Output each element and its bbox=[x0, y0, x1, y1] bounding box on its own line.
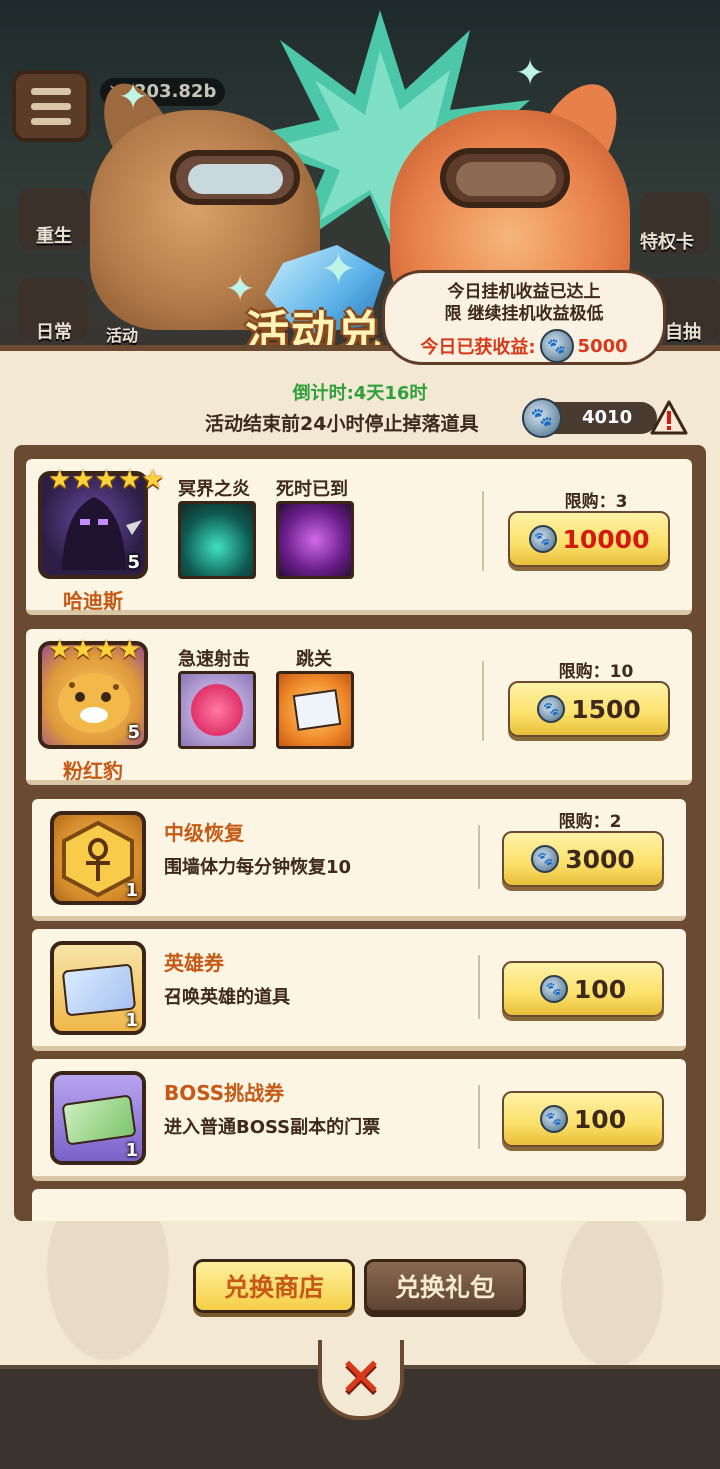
close-icon: ✕ bbox=[338, 1346, 384, 1409]
price-value: 10000 bbox=[562, 524, 650, 554]
sparkle-icon: ✦ bbox=[320, 244, 357, 295]
earned-label: 今日已获收益: bbox=[420, 337, 536, 358]
exchange-gift-tab[interactable]: 兑换礼包 bbox=[364, 1259, 526, 1313]
list-item: 1 英雄券 召唤英雄的道具 🐾 100 bbox=[32, 929, 686, 1051]
item-quantity: 1 bbox=[125, 1140, 138, 1161]
item-description: 围墙体力每分钟恢复10 bbox=[164, 857, 352, 878]
menu-button[interactable] bbox=[12, 70, 90, 142]
item-description: 召唤英雄的道具 bbox=[164, 987, 290, 1008]
list-item: 1 BOSS挑战券 进入普通BOSS副本的门票 🐾 100 bbox=[32, 1059, 686, 1181]
price-value: 100 bbox=[573, 974, 627, 1004]
daily-label: 日常 bbox=[36, 322, 72, 343]
rebirth-label: 重生 bbox=[36, 226, 72, 247]
list-item bbox=[32, 1189, 686, 1221]
item-quantity: 1 bbox=[125, 880, 138, 901]
balance-value: 4010 bbox=[582, 407, 633, 428]
menu-icon-line bbox=[31, 117, 71, 125]
item-description: 进入普通BOSS副本的门票 bbox=[164, 1117, 381, 1138]
paw-coin-icon: 🐾 bbox=[539, 975, 568, 1003]
hero-portrait-hades[interactable]: ★ ★ ★ ★ ★ 5 bbox=[38, 467, 165, 579]
skill-name: 急速射击 bbox=[178, 649, 250, 670]
notice-line2: 限 继续挂机收益极低 bbox=[444, 304, 604, 324]
buy-button[interactable]: 🐾 10000 bbox=[508, 511, 670, 567]
purchase-limit: 限购：10 bbox=[558, 662, 634, 682]
skill-name: 冥界之炎 bbox=[178, 479, 250, 500]
notice-earned: 今日已获收益: 🐾 5000 bbox=[385, 329, 663, 363]
buy-button[interactable]: 🐾 100 bbox=[502, 961, 664, 1017]
goggles-icon bbox=[440, 148, 570, 208]
purchase-limit: 限购：2 bbox=[558, 812, 622, 832]
rapid-fire-heart-icon[interactable] bbox=[178, 671, 256, 749]
underworld-flame-icon[interactable] bbox=[178, 501, 256, 579]
list-item: 1 中级恢复 围墙体力每分钟恢复10 限购：2 🐾 3000 bbox=[32, 799, 686, 921]
row-divider bbox=[478, 1085, 480, 1149]
activity-label: 活动 bbox=[106, 326, 139, 345]
goggles-icon bbox=[170, 150, 300, 205]
list-item: ★ ★ ★ ★ ★ 5 哈迪斯 冥界之炎 死时已到 限购：3 🐾 10000 bbox=[26, 459, 692, 615]
sparkle-icon: ✦ bbox=[515, 53, 546, 94]
row-divider bbox=[482, 661, 484, 741]
menu-icon-line bbox=[31, 102, 71, 110]
warning-icon[interactable] bbox=[650, 400, 688, 436]
notice-line1: 今日挂机收益已达上 bbox=[447, 282, 601, 302]
paw-coin-icon: 🐾 bbox=[531, 845, 560, 873]
death-hand-icon[interactable] bbox=[276, 501, 354, 579]
ticket-icon bbox=[61, 1094, 137, 1146]
row-divider bbox=[478, 825, 480, 889]
price-value: 1500 bbox=[571, 694, 641, 724]
exchange-list[interactable]: ★ ★ ★ ★ ★ 5 哈迪斯 冥界之炎 死时已到 限购：3 🐾 10000 ★… bbox=[14, 445, 706, 1221]
ticket-icon bbox=[61, 963, 137, 1017]
buy-button[interactable]: 🐾 1500 bbox=[508, 681, 670, 737]
paw-coin-icon: 🐾 bbox=[522, 398, 562, 438]
hero-level: 5 bbox=[127, 552, 140, 573]
drop-stop-note: 活动结束前24小时停止掉落道具 bbox=[205, 413, 479, 435]
buy-button[interactable]: 🐾 100 bbox=[502, 1091, 664, 1147]
item-title: 中级恢复 bbox=[164, 821, 244, 845]
hero-portrait-pink-panther[interactable]: ★ ★ ★ ★ 5 bbox=[38, 637, 148, 749]
row-divider bbox=[478, 955, 480, 1019]
auto-draw-label: 自抽 bbox=[665, 322, 701, 343]
purchase-limit: 限购：3 bbox=[564, 492, 628, 512]
paw-coin-icon: 🐾 bbox=[539, 1105, 568, 1133]
boss-ticket-icon[interactable]: 1 bbox=[50, 1071, 146, 1165]
privilege-card-label: 特权卡 bbox=[640, 232, 694, 253]
star-icon: ★ bbox=[141, 465, 165, 495]
item-title: BOSS挑战券 bbox=[164, 1081, 285, 1105]
sparkle-icon: ✦ bbox=[118, 77, 149, 118]
idle-income-notice: 今日挂机收益已达上 限 继续挂机收益极低 今日已获收益: 🐾 5000 bbox=[382, 270, 666, 365]
paw-coin-icon: 🐾 bbox=[537, 695, 566, 723]
exchange-shop-tab[interactable]: 兑换商店 bbox=[193, 1259, 355, 1313]
item-title: 英雄券 bbox=[164, 951, 224, 975]
paw-coin-icon: 🐾 bbox=[528, 525, 557, 553]
item-quantity: 1 bbox=[125, 1010, 138, 1031]
price-value: 100 bbox=[573, 1104, 627, 1134]
row-divider bbox=[482, 491, 484, 571]
close-button[interactable]: ✕ bbox=[318, 1340, 404, 1420]
map-icon bbox=[292, 689, 342, 731]
hero-level: 5 bbox=[127, 722, 140, 743]
hero-ticket-icon[interactable]: 1 bbox=[50, 941, 146, 1035]
buy-button[interactable]: 🐾 3000 bbox=[502, 831, 664, 887]
paw-coin-icon: 🐾 bbox=[539, 329, 574, 363]
menu-icon-line bbox=[31, 87, 71, 95]
hero-name: 哈迪斯 bbox=[63, 589, 123, 613]
skill-name: 跳关 bbox=[296, 649, 332, 670]
ankh-recovery-icon[interactable]: 1 bbox=[50, 811, 146, 905]
hero-name: 粉红豹 bbox=[63, 759, 123, 783]
coin-balance: 🐾 4010 bbox=[522, 398, 657, 438]
list-item: ★ ★ ★ ★ 5 粉红豹 急速射击 跳关 限购：10 🐾 1500 bbox=[26, 629, 692, 785]
earned-value: 5000 bbox=[577, 335, 628, 357]
price-value: 3000 bbox=[565, 844, 635, 874]
skill-name: 死时已到 bbox=[276, 479, 348, 500]
exchange-panel: 倒计时:4天16时 活动结束前24小时停止掉落道具 🐾 4010 ★ ★ ★ ★… bbox=[0, 345, 720, 1371]
skip-level-map-icon[interactable] bbox=[276, 671, 354, 749]
